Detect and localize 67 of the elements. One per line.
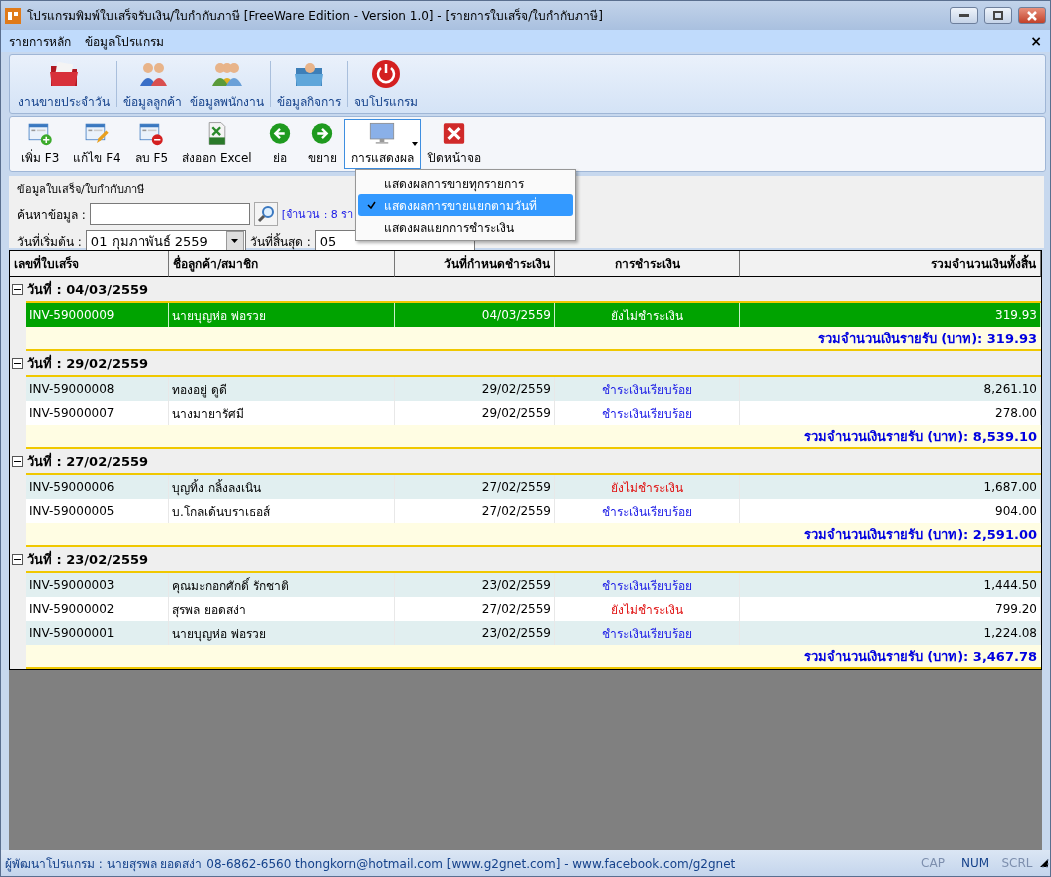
field-label: วันที่สิ้นสุด : [249, 232, 311, 251]
toolbar-button[interactable]: ขยาย [300, 119, 344, 169]
minimize-icon [959, 13, 969, 18]
table-row[interactable]: INV-59000006 บุญทิ้ง กลิ้งลงเนิน 27/02/2559 ยังไม่ชำระเงิน 1,687.00 [26, 475, 1041, 499]
collapse-icon[interactable] [12, 283, 23, 295]
field-label: วันที่เริ่มต้น : [17, 232, 82, 251]
toolbar-button[interactable]: ข้อมูลลูกค้า [119, 57, 186, 111]
check-icon [366, 201, 376, 209]
toolbar-button[interactable]: ย่อ [258, 119, 301, 169]
group-total: รวมจำนวนเงินรายรับ (บาท): 8,539.10 [803, 427, 1037, 446]
search-button[interactable] [253, 202, 278, 226]
group-title: วันที่ : 27/02/2559 [27, 451, 149, 471]
table-row[interactable]: INV-59000008 ทองอยู่ ดูดี 29/02/2559 ชำระเงินเรียบร้อย 8,261.10 [26, 377, 1041, 401]
key-indicator: CAP [920, 856, 946, 870]
maximize-button[interactable] [984, 7, 1012, 24]
group-total: รวมจำนวนเงินรายรับ (บาท): 319.93 [817, 329, 1037, 348]
add-icon [26, 121, 55, 146]
group-title: วันที่ : 23/02/2559 [27, 549, 149, 569]
toolbar-button[interactable]: ข้อมูลกิจการ [273, 57, 345, 111]
field-label: ค้นหาข้อมูล : [17, 206, 86, 224]
column-header[interactable]: การชำระเงิน [555, 251, 740, 277]
group-title: วันที่ : 29/02/2559 [27, 353, 149, 373]
close-button[interactable] [1018, 7, 1046, 24]
key-indicator: NUM [959, 856, 991, 870]
toolbar-button[interactable]: แก้ไข F4 [66, 119, 128, 169]
record-count: [จำนวน : 8 รา [281, 207, 354, 223]
toolbar-button[interactable]: จบโปรแกรม [350, 57, 422, 111]
close-child-button[interactable]: × [1030, 33, 1042, 49]
collapse-icon[interactable] [12, 553, 23, 565]
toolbar-button[interactable]: ส่งออก Excel [175, 119, 259, 169]
window-title: โปรแกรมพิมพ์ใบเสร็จรับเงิน/ใบกำกับภาษี [FreeWare Edition - Version 1.0] - [รายการใบเสร็จ/ใบกำกับภาษี] [27, 7, 604, 25]
toolbar-button[interactable]: เพิ่ม F3 [14, 119, 67, 169]
group-title: วันที่ : 04/03/2559 [27, 279, 149, 299]
column-header[interactable]: รวมจำนวนเงินทั้งสิ้น [740, 251, 1041, 277]
close-icon [1027, 10, 1037, 21]
minimize-button[interactable] [950, 7, 978, 24]
menu-item[interactable]: แสดงผลการขายทุกรายการ [358, 172, 573, 194]
table-row[interactable]: INV-59000003 คุณมะกอกศักดิ์ รักชาติ 23/02/2559 ชำระเงินเรียบร้อย 1,444.50 [26, 573, 1041, 597]
group-total: รวมจำนวนเงินรายรับ (บาท): 3,467.78 [803, 647, 1037, 666]
status-text: ผู้พัฒนาโปรแกรม : นายสุรพล ยอดสง่า 08-6862-6560 thongkorn@hotmail.com [www.g2gnet.com] - www.facebook.com/g2gnet [5, 855, 737, 873]
delete-icon [137, 121, 166, 146]
column-header[interactable]: ชื่อลูกค้า/สมาชิก [169, 251, 395, 277]
display-dropdown-button[interactable]: การแสดงผล [343, 119, 421, 169]
power-icon [370, 58, 402, 90]
caret-icon [231, 239, 239, 243]
key-indicator: SCRL [1000, 856, 1034, 870]
group-total: รวมจำนวนเงินรายรับ (บาท): 2,591.00 [803, 525, 1037, 544]
table-row[interactable]: INV-59000001 นายบุญห่อ พ่อรวย 23/02/2559 ชำระเงินเรียบร้อย 1,224.08 [26, 621, 1041, 645]
toolbar-button[interactable]: ลบ F5 [127, 119, 176, 169]
app-logo-icon [5, 7, 21, 24]
collapse-icon[interactable] [12, 455, 23, 467]
toolbar-button[interactable]: ปิดหน้าจอ [420, 119, 488, 169]
edit-icon [83, 121, 112, 146]
toolbar-button[interactable]: ข้อมูลพนักงาน [186, 57, 268, 111]
caret-icon [411, 142, 418, 146]
group-title: ข้อมูลใบเสร็จ/ใบกำกับภาษี [17, 181, 144, 198]
date-field[interactable]: 01 กุมภาพันธ์ 2559 [85, 230, 246, 252]
resize-grip-icon [1038, 857, 1050, 869]
maximize-icon [993, 11, 1003, 20]
column-header[interactable]: วันที่กำหนดชำระเงิน [395, 251, 555, 277]
search-icon [256, 205, 275, 223]
collapse-icon[interactable] [12, 357, 23, 369]
toolbar-button[interactable]: งานขายประจำวัน [14, 57, 114, 111]
menu-item[interactable]: รายการหลัก [9, 31, 71, 51]
menu-item[interactable]: ข้อมูลโปรแกรม [85, 31, 164, 51]
column-header[interactable]: เลขที่ใบเสร็จ [10, 251, 169, 277]
search-field[interactable] [89, 203, 250, 225]
